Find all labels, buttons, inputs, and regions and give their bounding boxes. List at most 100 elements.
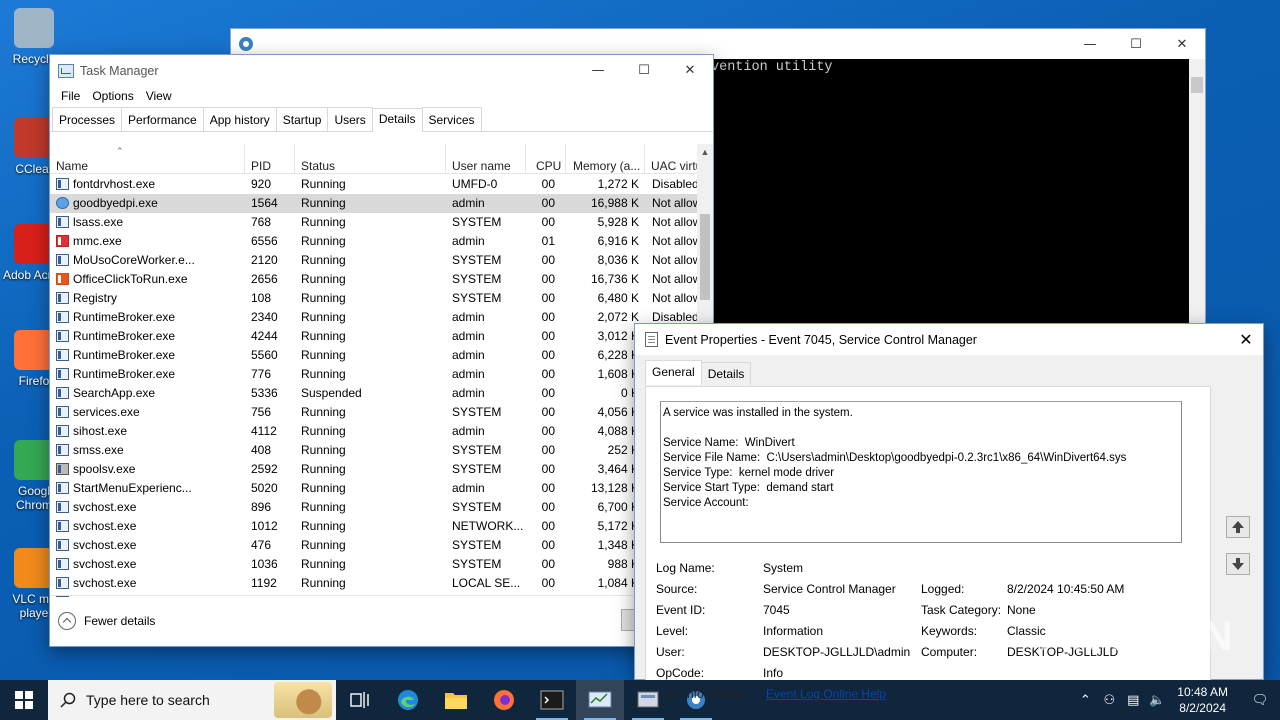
event-id-label: Event ID: (656, 603, 706, 617)
table-row[interactable]: spoolsv.exe2592RunningSYSTEM003,464 KNot… (50, 460, 698, 479)
close-icon[interactable]: ✕ (1229, 324, 1263, 355)
previous-event-button[interactable] (1226, 516, 1250, 538)
taskbar-edge[interactable] (384, 680, 432, 720)
tab-strip: Processes Performance App history Startu… (50, 106, 713, 132)
computer-label: Computer: (921, 645, 978, 659)
tab-users[interactable]: Users (327, 107, 373, 131)
scroll-up-icon[interactable]: ▲ (697, 144, 713, 161)
menu-options[interactable]: Options (86, 89, 139, 103)
table-row[interactable]: svchost.exe 1012 Running NETWORK... 00 5,172 … (50, 517, 698, 536)
process-icon (56, 292, 69, 304)
clock[interactable]: 10:48 AM 8/2/2024 (1177, 684, 1228, 716)
table-row[interactable]: sihost.exe4112Runningadmin004,088 KDisab… (50, 422, 698, 441)
chevron-up-circle-icon[interactable] (58, 612, 76, 630)
volume-icon[interactable]: 🔈 (1145, 693, 1169, 708)
app-shortcut-icon (14, 118, 54, 158)
level-value: Information (763, 624, 824, 638)
cell-user: SYSTEM (452, 272, 502, 286)
table-row[interactable]: RuntimeBroker.exe 776 Running admin 00 1,608 … (50, 365, 698, 384)
cell-cpu: 00 (541, 329, 555, 343)
close-icon[interactable]: ✕ (1159, 29, 1205, 59)
column-cpu[interactable]: CPU (526, 144, 566, 174)
process-name: lsass.exe (73, 215, 124, 229)
network-icon[interactable]: ▤ (1121, 693, 1145, 708)
maximize-icon[interactable]: ☐ (1113, 29, 1159, 59)
taskbar-task-manager[interactable] (576, 680, 624, 720)
tab-startup[interactable]: Startup (275, 107, 329, 131)
table-row[interactable]: goodbyedpi.exe 1564 Running admin 00 16,988 K… (50, 194, 713, 213)
table-row[interactable]: services.exe756RunningSYSTEM004,056 KNot… (50, 403, 698, 422)
tab-performance[interactable]: Performance (121, 107, 204, 131)
cell-name: Registry (56, 289, 196, 308)
table-row[interactable]: svchost.exe 1192 Running LOCAL SE... 00 1,084… (50, 574, 698, 593)
user-label: User: (656, 645, 685, 659)
cell-cpu: 00 (541, 519, 555, 533)
column-pid[interactable]: PID (245, 144, 295, 174)
next-event-button[interactable] (1226, 553, 1250, 575)
cell-cpu: 00 (541, 253, 555, 267)
start-button[interactable] (0, 680, 48, 720)
table-row[interactable]: RuntimeBroker.exe 5560 Running admin 00 6,228… (50, 346, 698, 365)
cell-pid: 5560 (251, 348, 278, 362)
table-row[interactable]: StartMenuExperienc... 5020 Running admin 00 1… (50, 479, 698, 498)
close-icon[interactable]: ✕ (667, 55, 713, 86)
table-row[interactable]: svchost.exe476RunningSYSTEM001,348 KNot … (50, 536, 698, 555)
menu-view[interactable]: View (140, 89, 178, 103)
cell-cpu: 00 (541, 405, 555, 419)
column-user-name[interactable]: User name (446, 144, 526, 174)
column-memory[interactable]: Memory (a... (566, 144, 645, 174)
menu-file[interactable]: File (55, 89, 86, 103)
cell-pid: 408 (251, 443, 272, 457)
event-tabs: General Details (645, 360, 752, 385)
table-row[interactable]: lsass.exe 768 Running SYSTEM 00 5,928 K Not al… (50, 213, 713, 232)
clock-date: 8/2/2024 (1179, 701, 1226, 715)
table-row[interactable]: mmc.exe 6556 Running admin 01 6,916 K Not allo… (50, 232, 713, 251)
table-row[interactable]: RuntimeBroker.exe 4244 Running admin 00 3,012… (50, 327, 698, 346)
edge-icon (398, 690, 418, 710)
cell-name: MoUsoCoreWorker.e... (56, 251, 196, 270)
console-scrollbar[interactable] (1189, 59, 1205, 327)
table-row[interactable]: Registry 108 Running SYSTEM 00 6,480 K Not all… (50, 289, 713, 308)
cell-mem: 1,608 K (597, 367, 639, 381)
tab-details[interactable]: Details (700, 362, 752, 385)
table-row[interactable]: SearchApp.exe5336Suspendedadmin000 KDisa… (50, 384, 698, 403)
table-row[interactable]: RuntimeBroker.exe 2340 Running admin 00 2,072… (50, 308, 699, 327)
user-value: DESKTOP-JGLLJLD\admin (763, 645, 911, 659)
notification-icon[interactable]: 🗨 (1240, 693, 1280, 708)
event-properties-titlebar[interactable]: Event Properties - Event 7045, Service C… (635, 324, 1263, 355)
table-row[interactable]: svchost.exe1036RunningSYSTEM00988 KNot a… (50, 555, 698, 574)
taskbar-firefox[interactable] (480, 680, 528, 720)
taskbar-file-explorer[interactable] (432, 680, 480, 720)
cell-cpu: 00 (541, 348, 555, 362)
chevron-up-icon[interactable]: ⌃ (1073, 693, 1097, 708)
minimize-icon[interactable]: — (575, 55, 621, 86)
column-status[interactable]: Status (295, 144, 446, 174)
cell-cpu: 00 (541, 291, 555, 305)
task-manager-window[interactable]: Task Manager — ☐ ✕ File Options View Pro… (49, 54, 714, 647)
process-name: OfficeClickToRun.exe (73, 272, 188, 286)
taskbar-console[interactable] (528, 680, 576, 720)
maximize-icon[interactable]: ☐ (621, 55, 667, 86)
table-row[interactable]: svchost.exe896RunningSYSTEM006,700 KNot … (50, 498, 698, 517)
cell-name: RuntimeBroker.exe (56, 327, 196, 346)
table-row[interactable]: smss.exe408RunningSYSTEM00252 KNot al (50, 441, 698, 460)
event-log-online-help-link[interactable]: Event Log Online Help (766, 687, 886, 701)
task-manager-titlebar[interactable]: Task Manager — ☐ ✕ (50, 55, 713, 86)
scroll-thumb[interactable] (700, 214, 710, 300)
minimize-icon[interactable]: — (1067, 29, 1113, 59)
column-name[interactable]: Name (50, 144, 245, 174)
fewer-details-link[interactable]: Fewer details (84, 614, 155, 628)
tab-services[interactable]: Services (421, 107, 482, 131)
table-row[interactable]: fontdrvhost.exe 920 Running UMFD-0 00 1,272 K… (50, 175, 699, 194)
tab-processes[interactable]: Processes (52, 107, 123, 131)
table-row[interactable]: MoUsoCoreWorker.e... 2120 Running SYSTEM 00 8… (50, 251, 713, 270)
security-icon[interactable]: ⚇ (1097, 693, 1121, 708)
table-row[interactable]: OfficeClickToRun.exe 2656 Running SYSTEM 00 1… (50, 270, 713, 289)
cell-name: RuntimeBroker.exe (56, 308, 196, 327)
search-box[interactable]: Type here to search (48, 680, 336, 720)
event-description[interactable]: A service was installed in the system. S… (660, 401, 1182, 543)
tab-general[interactable]: General (645, 360, 702, 385)
tab-app-history[interactable]: App history (202, 107, 277, 131)
task-view-button[interactable] (336, 680, 384, 720)
tab-details[interactable]: Details (371, 108, 423, 132)
